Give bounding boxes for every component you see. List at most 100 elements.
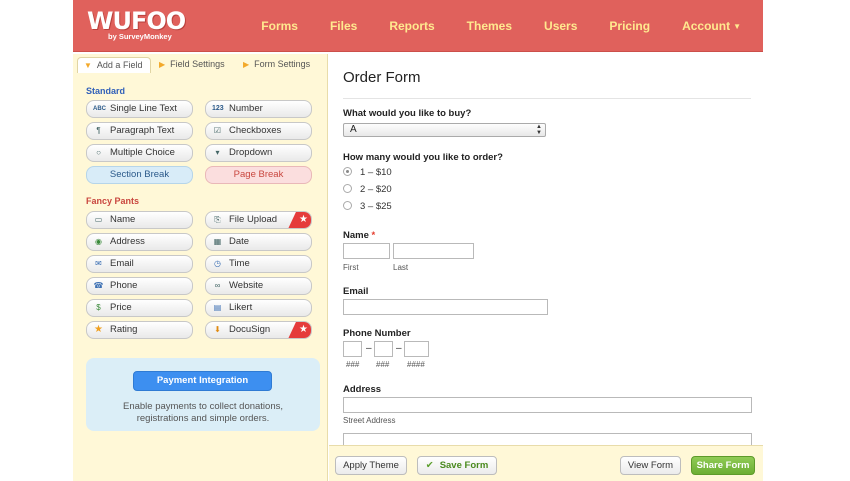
phone-prefix-input[interactable] [374,341,393,357]
logo-wordmark: WUFOO [87,7,186,35]
buy-select-value: A [350,124,357,135]
address-line-2-input[interactable] [343,433,752,445]
date-label: Date [229,236,250,247]
number-label: Number [229,103,263,114]
address-field-label[interactable]: Address [343,384,381,395]
question-quantity-label[interactable]: How many would you like to order? [343,152,503,163]
add-date-button[interactable]: ▦ Date [205,233,312,251]
option-3-label: 3 – $25 [360,201,392,212]
phone-area-input[interactable] [343,341,362,357]
radio-icon [343,184,352,193]
share-form-button[interactable]: Share Form [691,456,755,475]
field-palette-panel: ▼ Add a Field ▶ Field Settings ▶ Form Setti… [73,54,328,481]
add-likert-button[interactable]: ▤ Likert [205,299,312,317]
nav-files[interactable]: Files [330,19,357,33]
file-upload-icon: ⎘ [214,215,221,224]
checkmark-icon: ✔ [425,460,434,471]
phone-field-label[interactable]: Phone Number [343,328,411,339]
add-section-break-button[interactable]: Section Break [86,166,193,184]
tab-form-settings[interactable]: ▶ Form Settings [243,57,310,73]
email-input[interactable] [343,299,548,315]
quantity-option-2[interactable]: 2 – $20 [343,184,392,195]
street-address-input[interactable] [343,397,752,413]
phone-dash: – [366,343,372,354]
add-website-button[interactable]: ∞ Website [205,277,312,295]
add-time-button[interactable]: ◷ Time [205,255,312,273]
last-name-input[interactable] [393,243,474,259]
123-icon: 123 [212,105,224,112]
add-single-line-text-button[interactable]: ABC Single Line Text [86,100,193,118]
add-phone-button[interactable]: ☎ Phone [86,277,193,295]
radio-icon: ○ [96,148,101,157]
paragraph-icon: ¶ [96,126,101,135]
link-icon: ∞ [214,281,221,290]
tab-add-field-label: Add a Field [96,60,143,70]
nav-users[interactable]: Users [544,19,577,33]
paragraph-text-label: Paragraph Text [110,125,175,136]
question-buy-label[interactable]: What would you like to buy? [343,108,471,119]
nav-forms[interactable]: Forms [261,19,298,33]
star-icon: ★ [288,212,311,228]
add-multiple-choice-button[interactable]: ○ Multiple Choice [86,144,193,162]
add-price-button[interactable]: $ Price [86,299,193,317]
add-number-button[interactable]: 123 Number [205,100,312,118]
builder-footer: Apply Theme ✔ Save Form View Form Share F… [329,445,763,481]
chevron-down-icon: ▼ [733,22,741,31]
nav-themes[interactable]: Themes [467,19,512,33]
first-name-input[interactable] [343,243,390,259]
phone-line-sublabel: #### [407,360,425,369]
add-checkboxes-button[interactable]: ☑ Checkboxes [205,122,312,140]
panel-tabs: ▼ Add a Field ▶ Field Settings ▶ Form Setti… [73,57,328,73]
option-1-label: 1 – $10 [360,167,392,178]
phone-icon: ☎ [93,281,104,290]
likert-label: Likert [229,302,253,313]
view-form-button[interactable]: View Form [620,456,681,475]
payment-integration-button[interactable]: Payment Integration [133,371,272,391]
add-file-upload-button[interactable]: ⎘ File Upload ★ [205,211,312,229]
phone-dash: – [396,343,402,354]
option-2-label: 2 – $20 [360,184,392,195]
quantity-option-1[interactable]: 1 – $10 [343,167,392,178]
payment-description: Enable payments to collect donations, re… [122,401,283,424]
dropdown-icon: ▾ [215,148,220,157]
fancy-pants-section-title: Fancy Pants [86,196,140,206]
email-field-label[interactable]: Email [343,286,368,297]
add-docusign-button[interactable]: ⬇ DocuSign ★ [205,321,312,339]
add-email-button[interactable]: ✉ Email [86,255,193,273]
rating-label: Rating [110,324,138,335]
wufoo-logo[interactable]: WUFOO by SurveyMonkey [87,7,186,41]
first-sublabel: First [343,263,359,272]
radio-icon [343,201,352,210]
tab-field-settings-label: Field Settings [170,59,225,69]
multiple-choice-label: Multiple Choice [110,147,175,158]
star-icon: ★ [288,322,311,338]
add-page-break-button[interactable]: Page Break [205,166,312,184]
docusign-icon: ⬇ [214,325,221,334]
nav-account[interactable]: Account ▼ [682,19,741,33]
add-dropdown-button[interactable]: ▾ Dropdown [205,144,312,162]
tab-field-settings[interactable]: ▶ Field Settings [159,57,225,73]
tab-form-settings-label: Form Settings [254,59,311,69]
nav-reports[interactable]: Reports [389,19,434,33]
radio-selected-icon [343,167,352,176]
triangle-right-icon: ▶ [243,60,250,69]
form-title[interactable]: Order Form [343,69,421,86]
nav-pricing[interactable]: Pricing [609,19,650,33]
top-navigation-bar: WUFOO by SurveyMonkey Forms Files Report… [73,0,763,52]
add-paragraph-text-button[interactable]: ¶ Paragraph Text [86,122,193,140]
tab-add-field[interactable]: ▼ Add a Field [77,57,152,73]
email-label: Email [110,258,134,269]
phone-area-sublabel: ### [346,360,360,369]
save-form-button[interactable]: ✔ Save Form [417,456,497,475]
apply-theme-button[interactable]: Apply Theme [335,456,407,475]
buy-select[interactable]: A ▲ ▼ [343,123,546,137]
name-label: Name [110,214,136,225]
calendar-icon: ▦ [213,237,222,246]
add-rating-button[interactable]: ★ Rating [86,321,193,339]
time-label: Time [229,258,250,269]
name-field-label[interactable]: Name * [343,230,375,241]
phone-line-input[interactable] [404,341,429,357]
add-address-button[interactable]: ◉ Address [86,233,193,251]
add-name-button[interactable]: ▭ Name [86,211,193,229]
quantity-option-3[interactable]: 3 – $25 [343,201,392,212]
